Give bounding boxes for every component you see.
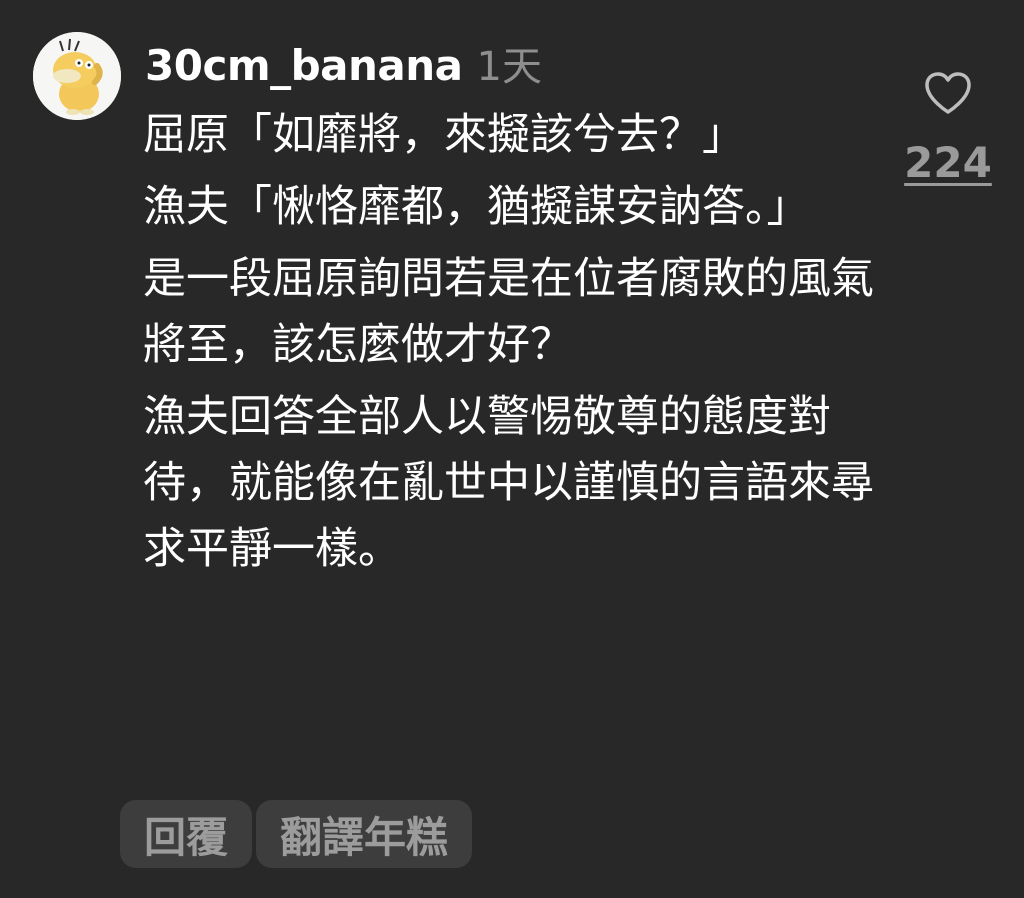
comment-actions: 回覆 翻譯年糕 (120, 800, 473, 868)
reply-button[interactable]: 回覆 (120, 800, 253, 868)
like-count[interactable]: 224 (904, 138, 992, 187)
comment-paragraph: 是一段屈原詢問若是在位者腐敗的風氣將至，該怎麼做才好？ (143, 254, 874, 370)
heart-icon[interactable] (923, 70, 973, 116)
comment-paragraph: 屈原「如靡將，來擬該兮去？」 (143, 110, 745, 160)
timestamp: 1天 (476, 44, 542, 90)
translate-button[interactable]: 翻譯年糕 (256, 800, 473, 868)
avatar[interactable] (33, 32, 121, 120)
like-section: 224 (898, 70, 998, 187)
comment-header: 30cm_banana 1天 (145, 34, 542, 90)
comment-body: 屈原「如靡將，來擬該兮去？」 漁夫「愀恪靡都，猶擬謀安訥答。」 是一段屈原詢問若… (143, 102, 878, 588)
comment-paragraph: 漁夫「愀恪靡都，猶擬謀安訥答。」 (143, 182, 810, 232)
psyduck-avatar-icon (33, 32, 121, 120)
comment-item: 30cm_banana 1天 屈原「如靡將，來擬該兮去？」 漁夫「愀恪靡都，猶擬… (0, 0, 1024, 898)
username-link[interactable]: 30cm_banana (145, 41, 463, 90)
comment-paragraph: 漁夫回答全部人以警惕敬尊的態度對待，就能像在亂世中以謹慎的言語來尋求平靜一樣。 (143, 392, 874, 574)
